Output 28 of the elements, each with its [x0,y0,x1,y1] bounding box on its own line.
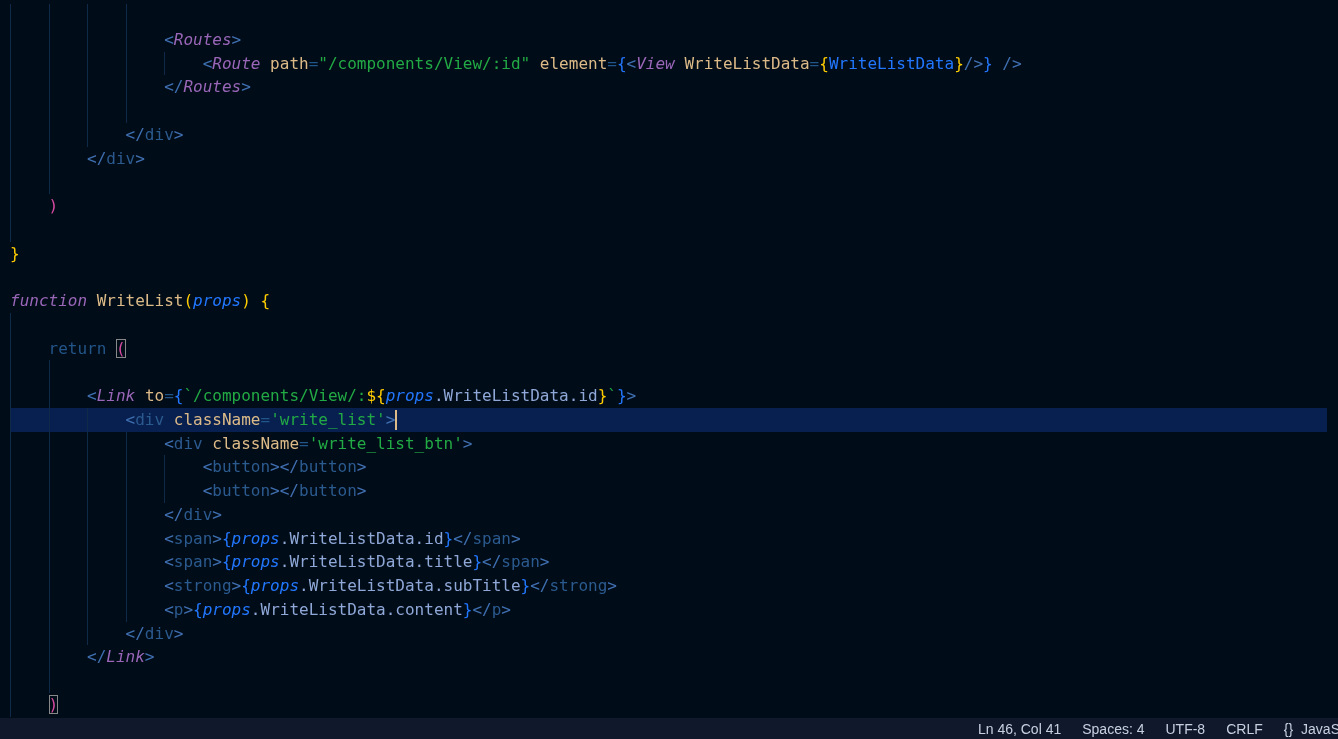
line-ending-setting[interactable]: CRLF [1226,720,1263,737]
code-line: <strong>{props.WriteListData.subTitle}</strong> [163,575,617,597]
code-line: function WriteList(props) { [10,290,271,312]
code-line: </Routes> [163,76,251,99]
code-line: <button></button> [201,456,367,479]
code-line: ) [47,195,59,217]
indentation-setting[interactable]: Spaces: 4 [1082,720,1145,737]
code-line: <Routes> [163,28,242,51]
cursor-position[interactable]: Ln 46, Col 41 [977,720,1062,737]
code-line: ) [47,693,59,716]
text-cursor [395,409,398,430]
code-line: <div className='write_list'> [124,408,396,431]
code-line: </div> [124,622,184,645]
encoding-setting[interactable]: UTF-8 [1165,720,1206,737]
braces-icon: {} [1283,720,1294,737]
code-line: <Link to={`/components/View/:${props.WriteListData.id}`}> [86,385,637,407]
code-line: </Link> [86,646,155,669]
code-line: } [10,242,20,265]
code-line: return ( [47,337,126,360]
code-line: <div className='write_list_btn'> [163,432,473,455]
code-line: <Route path="/components/View/:id" element={<View WriteListData={WriteListData}/>} /> [201,52,1022,75]
code-line: <span>{props.WriteListData.id}</span> [163,527,521,550]
code-line: <span>{props.WriteListData.title}</span> [163,551,550,574]
code-line: <button></button> [201,480,367,502]
code-line: </div> [124,123,184,146]
code-line: <p>{props.WriteListData.content}</p> [163,598,511,621]
code-line: </div> [86,147,145,170]
code-line: </div> [163,503,222,526]
